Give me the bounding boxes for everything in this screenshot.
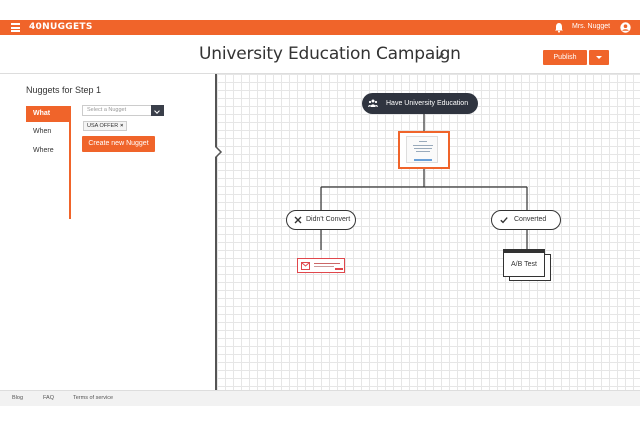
pencil-icon[interactable] (437, 52, 445, 60)
tab-when[interactable]: When (33, 128, 51, 135)
tab-rail (69, 106, 71, 219)
selected-nugget-tag: USA OFFER × (83, 121, 128, 131)
root-condition-node[interactable]: Have University Education (362, 93, 478, 114)
user-circle-icon[interactable] (620, 22, 631, 33)
tab-what[interactable]: What (26, 106, 71, 122)
email-preview-line (314, 263, 340, 264)
footer: Blog FAQ Terms of service (0, 390, 640, 406)
tag-remove-icon[interactable]: × (120, 123, 123, 129)
publish-button[interactable]: Publish (543, 50, 587, 65)
create-nugget-button[interactable]: Create new Nugget (82, 136, 155, 152)
flow-connectors (320, 114, 528, 250)
chevron-down-icon[interactable] (151, 105, 164, 116)
tab-where[interactable]: Where (33, 147, 54, 154)
email-preview-line (314, 266, 334, 267)
bell-icon[interactable] (554, 22, 564, 33)
group-icon (368, 99, 378, 107)
hamburger-icon[interactable] (11, 23, 20, 32)
ab-test-card[interactable]: A/B Test (503, 249, 545, 277)
mail-icon (301, 262, 310, 270)
page-title: University Education Campaign (199, 44, 461, 64)
app-logo[interactable]: 40NUGGETS (29, 22, 93, 32)
panel-title: Nuggets for Step 1 (26, 85, 102, 95)
email-nugget-card[interactable] (297, 258, 345, 273)
nugget-select[interactable]: Select a Nugget (82, 105, 152, 116)
tag-label: USA OFFER (87, 123, 119, 129)
email-preview-button (335, 268, 343, 270)
top-bar: 40NUGGETS Mrs. Nugget (0, 20, 640, 35)
close-icon (294, 216, 302, 224)
footer-link-terms[interactable]: Terms of service (73, 395, 113, 401)
footer-link-blog[interactable]: Blog (12, 395, 23, 401)
publish-dropdown-button[interactable] (589, 50, 609, 65)
check-icon (500, 217, 508, 224)
footer-link-faq[interactable]: FAQ (43, 395, 54, 401)
user-name[interactable]: Mrs. Nugget (572, 23, 610, 30)
nugget-preview-thumbnail (406, 136, 438, 163)
